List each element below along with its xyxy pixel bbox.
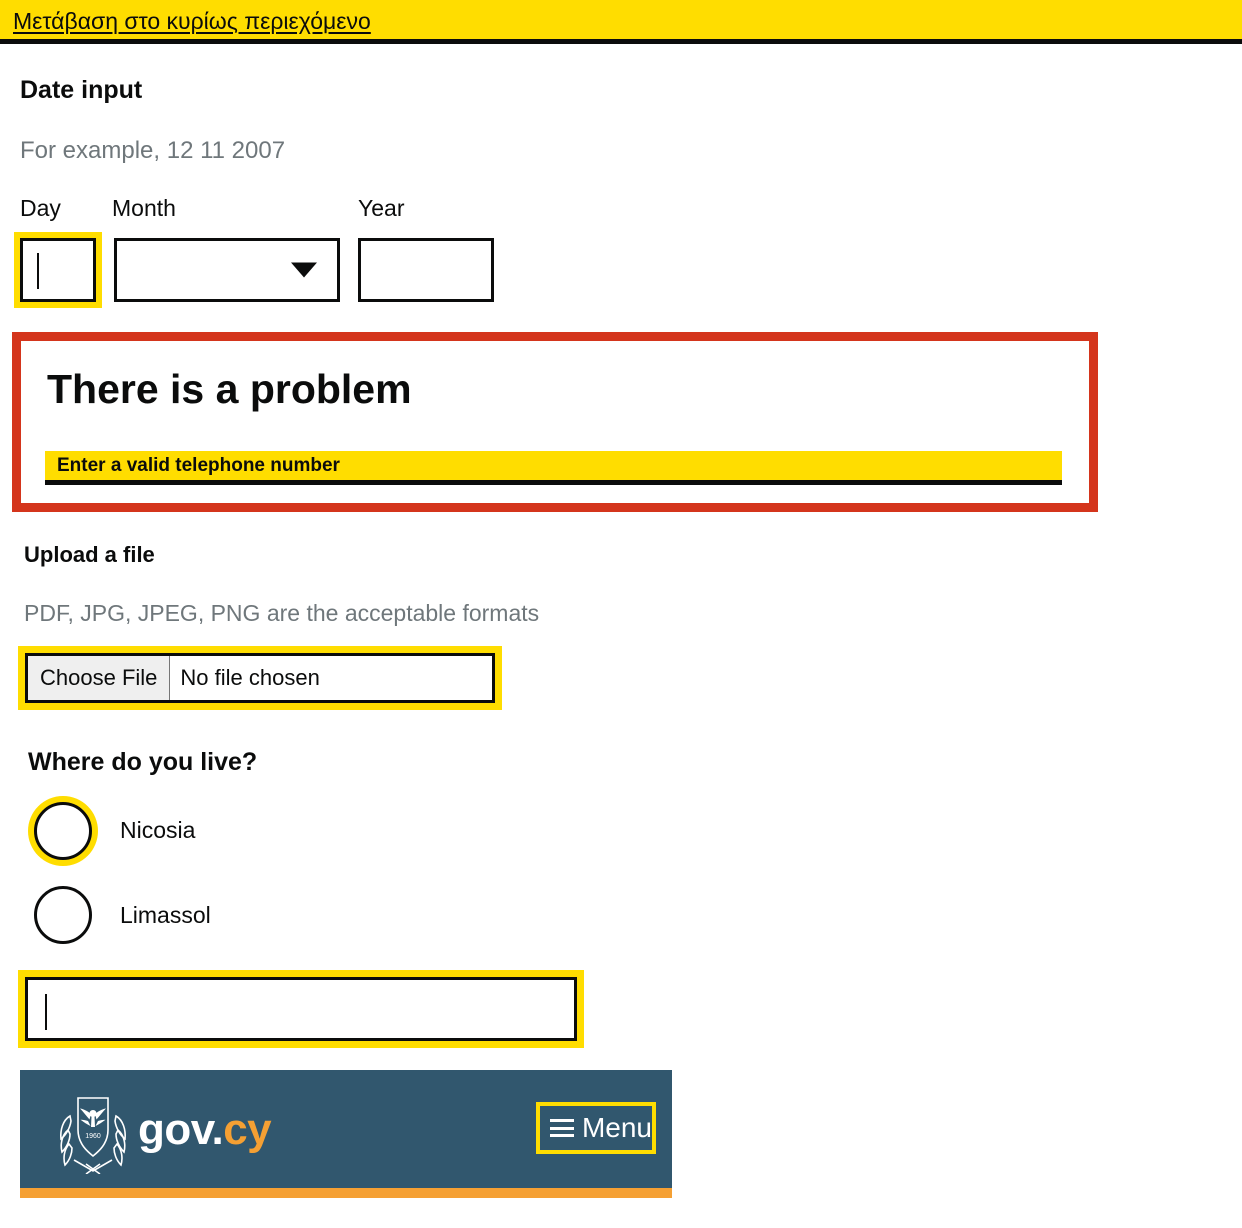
error-summary-link[interactable]: Enter a valid telephone number xyxy=(57,454,340,478)
where-do-you-live-heading: Where do you live? xyxy=(28,748,258,776)
date-input-hint: For example, 12 11 2007 xyxy=(20,137,286,164)
radio-label[interactable]: Nicosia xyxy=(120,816,195,844)
radio-button-icon[interactable] xyxy=(34,802,92,860)
day-input-focus-ring xyxy=(14,232,102,308)
gov-cy-header: 1960 gov.cy Menu xyxy=(20,1070,672,1188)
text-input-focus-ring xyxy=(18,970,584,1048)
file-status-text: No file chosen xyxy=(180,665,320,690)
upload-heading: Upload a file xyxy=(24,542,155,567)
menu-button-label: Menu xyxy=(581,1112,652,1143)
text-caret xyxy=(45,994,47,1030)
radio-option-nicosia[interactable]: Nicosia xyxy=(28,796,428,866)
gov-cy-wordmark: gov.cy xyxy=(138,1104,272,1156)
day-input[interactable] xyxy=(20,238,96,302)
gov-cy-accent-bar xyxy=(20,1188,672,1198)
month-select[interactable] xyxy=(114,238,340,302)
error-summary-link-highlight: Enter a valid telephone number xyxy=(45,451,1062,485)
radio-option-limassol[interactable]: Limassol xyxy=(34,886,434,944)
chevron-down-icon xyxy=(291,262,317,278)
text-caret xyxy=(37,253,39,289)
wordmark-tld: cy xyxy=(223,1105,272,1154)
year-input[interactable] xyxy=(358,238,494,302)
month-label: Month xyxy=(112,195,176,221)
upload-hint: PDF, JPG, JPEG, PNG are the acceptable f… xyxy=(24,600,540,626)
skip-to-main-content-link[interactable]: Μετάβαση στο κυρίως περιεχόμενο xyxy=(13,7,371,35)
radio-button-icon[interactable] xyxy=(34,886,92,944)
choose-file-button[interactable]: Choose File xyxy=(28,656,171,700)
error-summary: There is a problem Enter a valid telepho… xyxy=(12,332,1098,512)
radio-label[interactable]: Limassol xyxy=(120,901,211,929)
year-label: Year xyxy=(358,195,405,221)
menu-button[interactable]: Menu xyxy=(536,1102,656,1154)
date-input-heading: Date input xyxy=(20,76,143,104)
cyprus-coat-of-arms-icon: 1960 xyxy=(60,1097,126,1174)
file-input[interactable]: Choose File No file chosen xyxy=(25,653,495,703)
hamburger-icon xyxy=(550,1119,574,1137)
skip-link-bar: Μετάβαση στο κυρίως περιεχόμενο xyxy=(0,0,1242,44)
wordmark-main: gov. xyxy=(138,1105,224,1154)
error-summary-title: There is a problem xyxy=(47,366,412,412)
text-input[interactable] xyxy=(25,977,577,1041)
svg-text:1960: 1960 xyxy=(85,1133,101,1140)
day-label: Day xyxy=(20,195,61,221)
file-input-focus-ring: Choose File No file chosen xyxy=(18,646,502,710)
